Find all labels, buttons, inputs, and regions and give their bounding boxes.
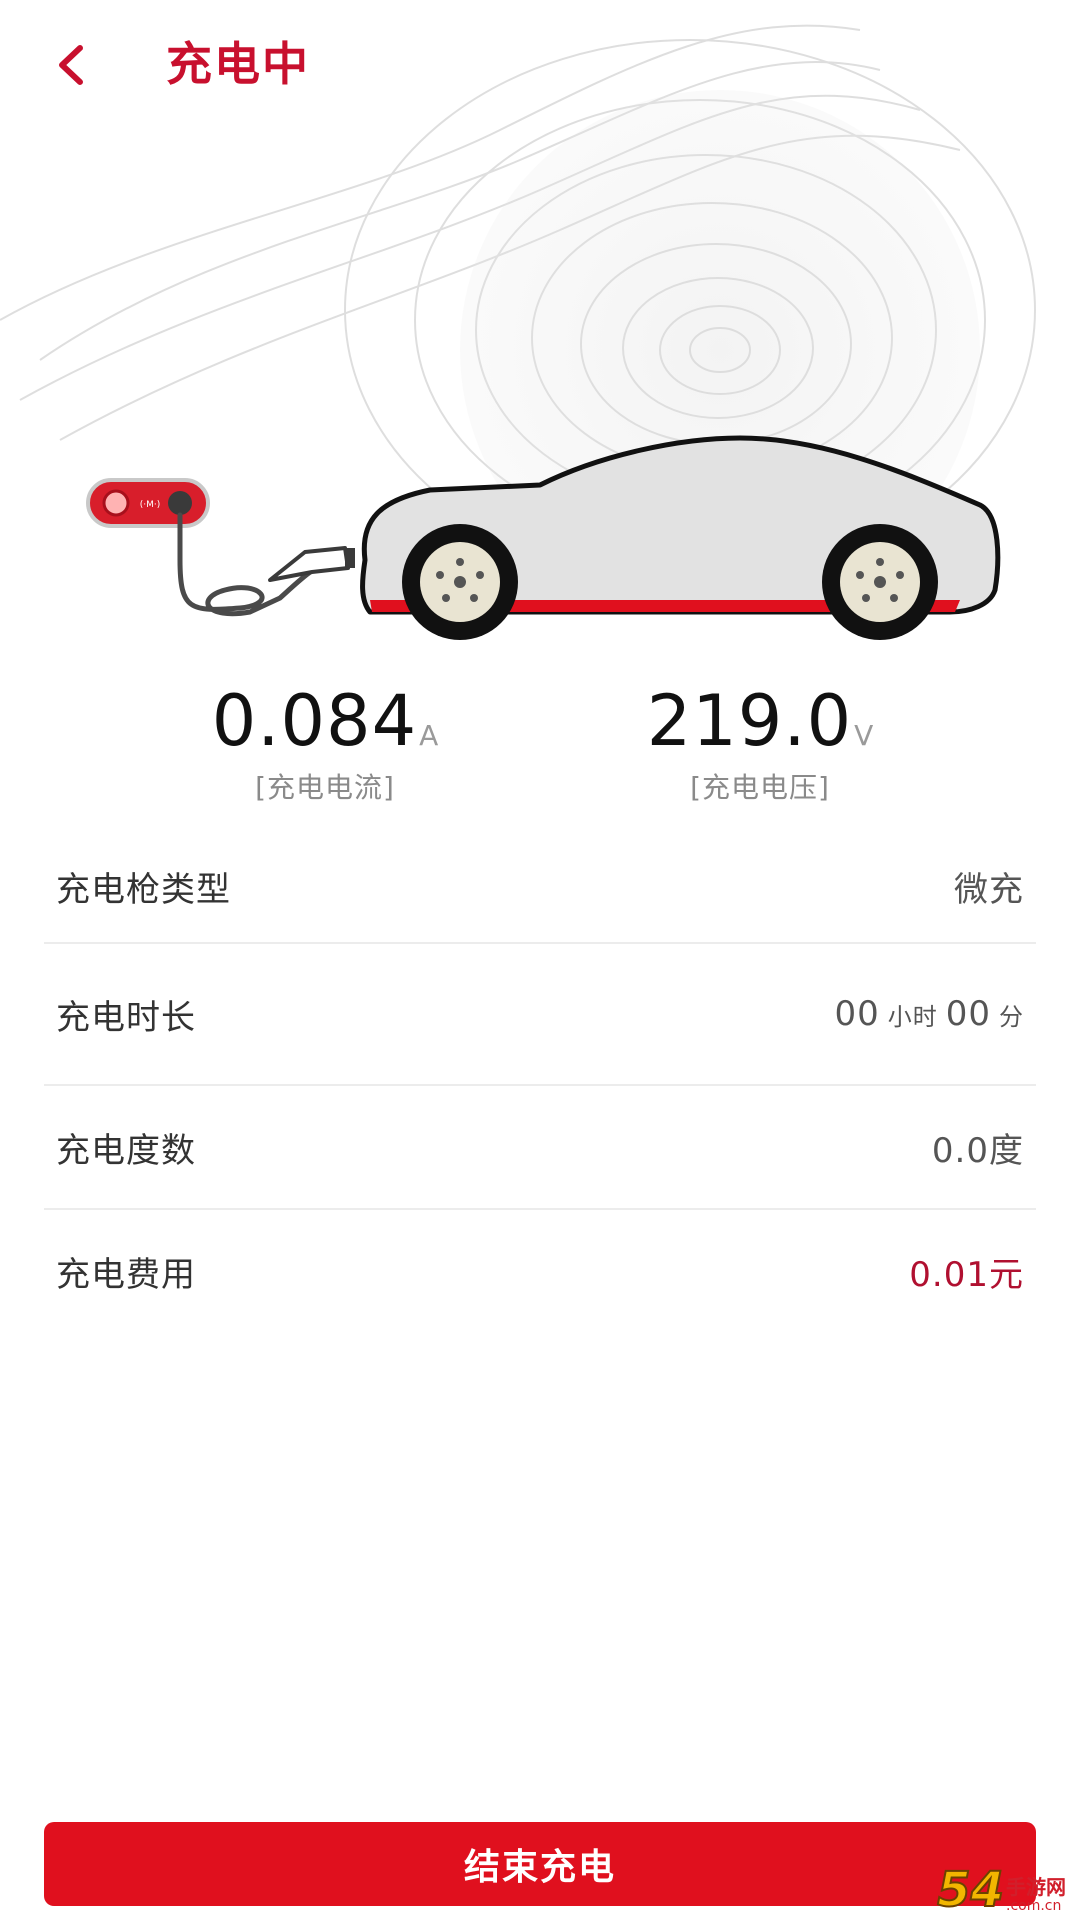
current-value: 0.084 bbox=[211, 680, 418, 762]
current-unit: A bbox=[419, 719, 439, 752]
duration-hours: 00 bbox=[834, 994, 880, 1034]
duration-value: 00 小时 00 分 bbox=[834, 994, 1024, 1034]
end-charging-button[interactable]: 结束充电 bbox=[44, 1822, 1036, 1906]
current-readout: 0.084A [充电电流] bbox=[145, 680, 505, 806]
top-bar: 充电中 bbox=[0, 0, 1080, 130]
voltage-readout: 219.0V [充电电压] bbox=[580, 680, 940, 806]
duration-minutes: 00 bbox=[945, 994, 991, 1034]
detail-row-gun-type: 充电枪类型 微充 bbox=[44, 830, 1036, 944]
duration-minutes-unit: 分 bbox=[999, 1003, 1024, 1031]
energy-label: 充电度数 bbox=[56, 1130, 196, 1171]
fee-value: 0.01元 bbox=[909, 1254, 1024, 1295]
duration-label: 充电时长 bbox=[56, 997, 196, 1038]
energy-value: 0.0度 bbox=[931, 1130, 1024, 1171]
gun-type-label: 充电枪类型 bbox=[56, 869, 231, 910]
detail-row-energy: 充电度数 0.0度 bbox=[44, 1086, 1036, 1210]
back-button[interactable] bbox=[52, 30, 122, 100]
chevron-left-icon bbox=[59, 45, 83, 85]
page-title: 充电中 bbox=[166, 37, 310, 91]
watermark-number: 54 bbox=[936, 1862, 1005, 1918]
detail-row-fee: 充电费用 0.01元 bbox=[44, 1210, 1036, 1332]
charging-details: 充电枪类型 微充 充电时长 00 小时 00 分 充电度数 0.0度 充电费用 0.0… bbox=[44, 830, 1036, 1332]
voltage-caption: [充电电压] bbox=[690, 771, 830, 804]
current-caption: [充电电流] bbox=[255, 771, 395, 804]
site-watermark-logo: 54 手游网 .com.cn bbox=[936, 1862, 1066, 1918]
gun-type-value: 微充 bbox=[954, 869, 1024, 910]
voltage-value: 219.0 bbox=[646, 680, 853, 762]
watermark-site-name: 手游网 bbox=[1006, 1875, 1066, 1899]
fee-label: 充电费用 bbox=[56, 1254, 196, 1295]
watermark-domain: .com.cn bbox=[1006, 1898, 1062, 1914]
svg-text:(·M·): (·M·) bbox=[140, 500, 161, 510]
duration-hours-unit: 小时 bbox=[887, 1003, 938, 1031]
detail-row-duration: 充电时长 00 小时 00 分 bbox=[44, 944, 1036, 1086]
wallbox-charger-icon: (·M·) bbox=[86, 478, 355, 617]
voltage-unit: V bbox=[854, 719, 874, 752]
